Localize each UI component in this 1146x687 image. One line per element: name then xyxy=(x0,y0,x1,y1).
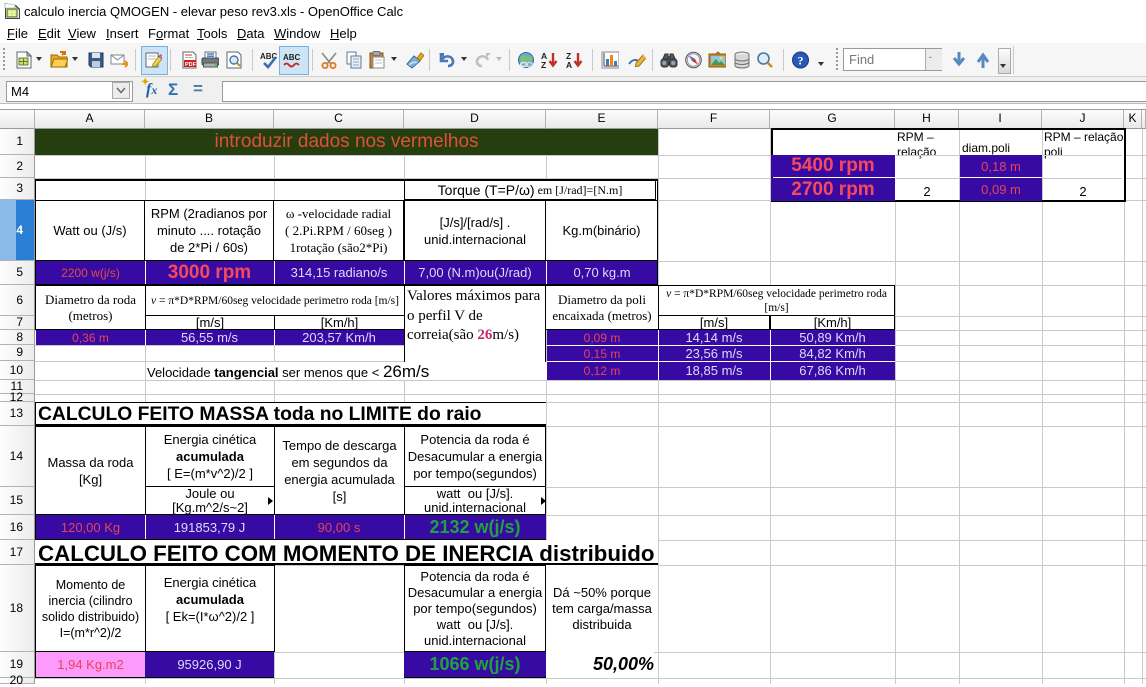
svg-text:A: A xyxy=(566,60,572,69)
svg-text:?: ? xyxy=(798,54,804,68)
svg-text:Z: Z xyxy=(541,60,546,69)
svg-text:PDF: PDF xyxy=(185,62,197,68)
svg-text:ABC: ABC xyxy=(283,53,301,62)
